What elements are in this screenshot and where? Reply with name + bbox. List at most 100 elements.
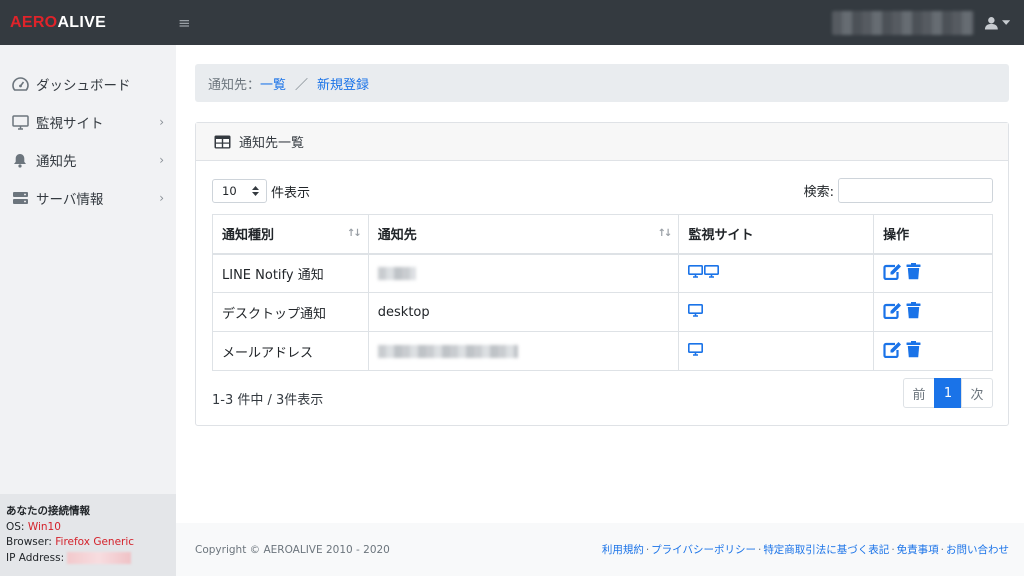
pagination-prev-button[interactable]: 前 <box>903 378 935 408</box>
top-navbar: AEROALIVE ≡ <box>0 0 1024 45</box>
page-length-value: 10 <box>222 184 237 198</box>
sidebar-item-label: 監視サイト <box>36 116 104 132</box>
column-header-actions: 操作 <box>873 214 993 255</box>
table-row: メールアドレス <box>212 331 993 371</box>
user-icon <box>984 16 998 29</box>
topbar-user-area <box>832 0 1010 45</box>
column-header-type[interactable]: 通知種別 ↑↓ <box>212 214 369 255</box>
breadcrumb-prefix: 通知先： <box>208 77 261 93</box>
user-menu-dropdown[interactable] <box>984 12 1010 34</box>
header-label: 監視サイト <box>688 228 754 244</box>
cell-actions <box>873 292 993 332</box>
cell-destination: desktop <box>367 292 680 332</box>
notification-table: 通知種別 ↑↓ 通知先 ↑↓ 監視サイト 操作 LINE Notify 通知 デ… <box>212 214 993 371</box>
destination-redacted <box>377 344 518 358</box>
footer: Copyright © AEROALIVE 2010 - 2020 利用規約 · プ… <box>176 523 1024 576</box>
ip-info: IP Address: <box>6 551 170 567</box>
bell-icon <box>11 151 29 169</box>
edit-icon[interactable] <box>883 341 902 358</box>
footer-link-privacy[interactable]: プライバシーポリシー <box>651 544 756 556</box>
search-input[interactable] <box>838 178 993 203</box>
footer-link-commercial-law[interactable]: 特定商取引法に基づく表記 <box>763 544 889 556</box>
main-content: 通知先： 一覧 ／ 新規登録 通知先一覧 10 件表示 検索: 通知種別↑↓ <box>176 45 1024 523</box>
table-info: 1-3 件中 / 3件表示 <box>212 393 324 408</box>
footer-separator: · <box>891 544 895 556</box>
pagination: 前 1 次 <box>903 378 993 408</box>
cell-destination <box>367 331 680 371</box>
browser-info: Browser: Firefox Generic <box>6 535 170 551</box>
cell-type: LINE Notify 通知 <box>212 253 369 293</box>
cell-destination <box>367 253 680 293</box>
footer-link-terms[interactable]: 利用規約 <box>602 544 644 556</box>
desktop-monitor-icon[interactable] <box>688 342 704 356</box>
table-row: LINE Notify 通知 <box>212 253 993 293</box>
sidebar-item-label: ダッシュボード <box>36 78 131 94</box>
sidebar-item-server-info[interactable]: サーバ情報 › <box>0 179 176 217</box>
footer-links: 利用規約 · プライバシーポリシー · 特定商取引法に基づく表記 · 免責事項 · お問い合わせ <box>602 542 1009 557</box>
column-header-destination[interactable]: 通知先 ↑↓ <box>367 214 680 255</box>
card-title: 通知先一覧 <box>239 136 305 151</box>
footer-link-disclaimer[interactable]: 免責事項 <box>897 544 939 556</box>
chevron-right-icon: › <box>159 153 164 167</box>
sidebar-item-dashboard[interactable]: ダッシュボード <box>0 65 176 103</box>
sort-icon: ↑↓ <box>657 228 673 239</box>
brand-part-red: AERO <box>10 13 58 31</box>
cell-type: メールアドレス <box>212 331 369 371</box>
page-length-suffix: 件表示 <box>271 185 311 201</box>
destination-redacted <box>377 266 416 280</box>
breadcrumb-separator: ／ <box>295 77 309 93</box>
header-label: 通知先 <box>377 228 417 244</box>
desktop-monitor-icon[interactable] <box>688 264 704 278</box>
sidebar-item-label: サーバ情報 <box>36 192 104 208</box>
sidebar: ダッシュボード 監視サイト › 通知先 › サーバ情報 › あなたの接続情報 O… <box>0 45 176 576</box>
page-length-select[interactable]: 10 <box>212 179 267 203</box>
desktop-monitor-icon <box>11 113 29 131</box>
card-header: 通知先一覧 <box>196 123 1008 161</box>
connection-info-panel: あなたの接続情報 OS: Win10 Browser: Firefox Gene… <box>0 494 176 576</box>
trash-icon[interactable] <box>906 262 921 280</box>
browser-label: Browser: <box>6 536 56 548</box>
brand-part-white: ALIVE <box>57 13 107 31</box>
dashboard-gauge-icon <box>11 75 29 93</box>
menu-toggle-icon[interactable]: ≡ <box>178 14 191 32</box>
sort-icon: ↑↓ <box>347 228 362 239</box>
header-label: 通知種別 <box>222 228 275 244</box>
cell-monitor-sites <box>678 253 875 293</box>
edit-icon[interactable] <box>883 263 902 280</box>
notification-list-card: 通知先一覧 10 件表示 検索: 通知種別 ↑↓ 通知先 ↑↓ 監視サイト 操作 <box>195 122 1009 426</box>
pagination-page-1[interactable]: 1 <box>934 378 962 408</box>
sidebar-nav: ダッシュボード 監視サイト › 通知先 › サーバ情報 › <box>0 45 176 217</box>
user-name-redacted <box>832 10 974 35</box>
os-label: OS: <box>6 520 28 533</box>
table-search: 検索: <box>804 178 993 203</box>
chevron-right-icon: › <box>159 191 164 205</box>
server-icon <box>11 189 29 207</box>
pagination-next-button[interactable]: 次 <box>961 378 993 408</box>
footer-separator: · <box>645 544 650 556</box>
breadcrumb: 通知先： 一覧 ／ 新規登録 <box>195 64 1009 102</box>
connection-info-title: あなたの接続情報 <box>6 505 90 517</box>
sidebar-item-label: 通知先 <box>36 154 77 170</box>
cell-monitor-sites <box>678 292 875 332</box>
table-header-row: 通知種別 ↑↓ 通知先 ↑↓ 監視サイト 操作 <box>212 214 993 255</box>
cell-actions <box>873 253 993 293</box>
table-icon <box>214 135 231 149</box>
footer-link-contact[interactable]: お問い合わせ <box>946 544 1009 556</box>
brand-logo[interactable]: AEROALIVE <box>10 14 178 32</box>
footer-separator: · <box>757 544 762 556</box>
cell-actions <box>873 331 993 371</box>
desktop-monitor-icon[interactable] <box>704 264 720 278</box>
trash-icon[interactable] <box>906 301 921 319</box>
edit-icon[interactable] <box>883 302 902 319</box>
breadcrumb-new-link[interactable]: 新規登録 <box>317 74 369 93</box>
browser-value: Firefox Generic <box>55 536 135 548</box>
sidebar-item-monitor-sites[interactable]: 監視サイト › <box>0 103 176 141</box>
select-arrows-icon <box>252 186 259 196</box>
cell-type: デスクトップ通知 <box>212 292 369 332</box>
breadcrumb-list-link[interactable]: 一覧 <box>260 74 286 93</box>
sidebar-item-notifications[interactable]: 通知先 › <box>0 141 176 179</box>
desktop-monitor-icon[interactable] <box>688 303 704 317</box>
trash-icon[interactable] <box>906 340 921 358</box>
ip-value-redacted <box>67 551 132 564</box>
page-length-control: 10 件表示 <box>212 179 310 203</box>
